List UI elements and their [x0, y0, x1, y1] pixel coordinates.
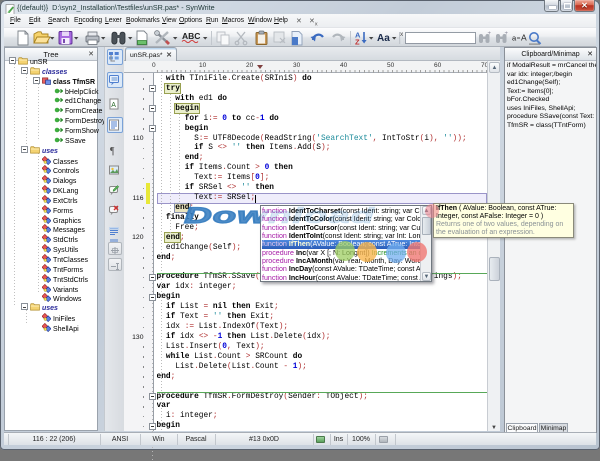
svg-text:+: +: [505, 31, 509, 37]
svg-text:a: a: [512, 34, 517, 43]
svg-text:Aa: Aa: [377, 33, 390, 44]
svg-text:A: A: [111, 102, 116, 109]
svg-text:Z: Z: [355, 38, 360, 47]
svg-text:¶: ¶: [110, 146, 115, 156]
svg-text:+: +: [488, 31, 492, 37]
svg-text:x: x: [400, 31, 404, 38]
svg-text:A: A: [521, 33, 527, 43]
svg-text:ABC: ABC: [182, 31, 200, 41]
